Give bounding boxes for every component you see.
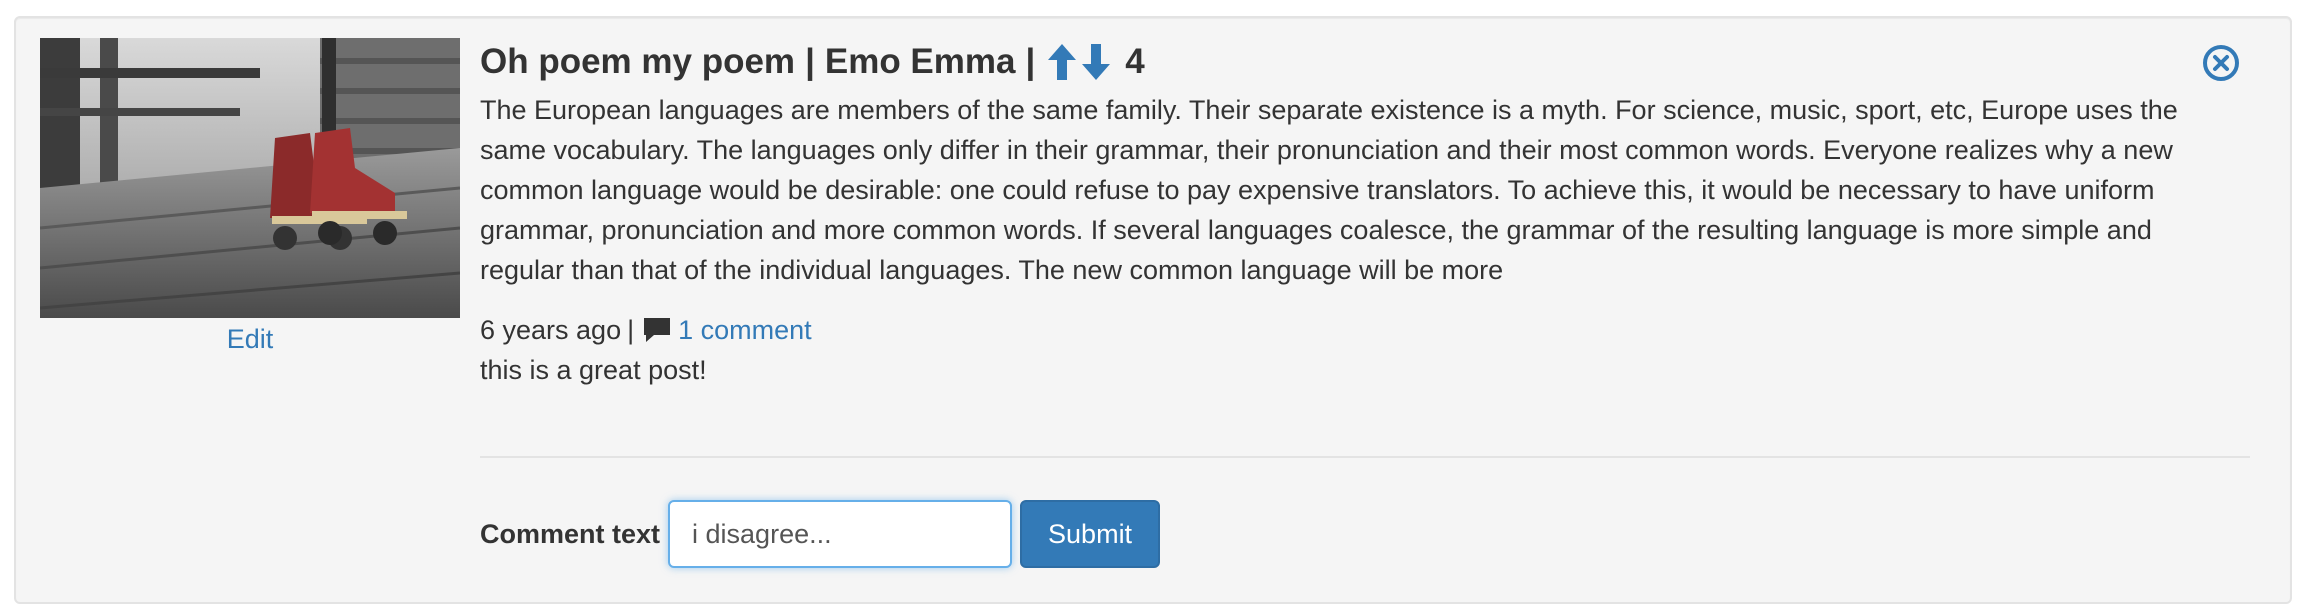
post-content: Oh poem my poem | Emo Emma | 4 The Europ… — [480, 38, 2240, 390]
submit-button[interactable]: Submit — [1020, 500, 1161, 568]
comment-icon — [642, 316, 672, 344]
comment-input[interactable] — [668, 500, 1013, 568]
post-title: Oh poem my poem — [480, 42, 796, 81]
author-separator: | — [1025, 42, 1036, 81]
comment-text: this is a great post! — [480, 355, 707, 385]
meta-separator: | — [627, 315, 635, 345]
arrow-up-icon — [1048, 44, 1077, 80]
title-separator: | — [805, 42, 815, 81]
close-button[interactable] — [2202, 44, 2240, 82]
comment-field-label: Comment text — [480, 518, 661, 549]
edit-link[interactable]: Edit — [40, 324, 460, 355]
post-age: 6 years ago — [480, 315, 622, 345]
post-meta: 6 years ago | 1 comment — [480, 310, 2240, 350]
comments-link[interactable]: 1 comment — [678, 310, 812, 350]
downvote-button[interactable] — [1079, 41, 1113, 83]
divider — [480, 456, 2250, 458]
arrow-down-icon — [1082, 44, 1111, 80]
post-body: The European languages are members of th… — [480, 95, 2178, 285]
thumbnail-column: Edit — [40, 38, 460, 355]
close-circle-icon — [2203, 45, 2239, 81]
post-header: Oh poem my poem | Emo Emma | 4 — [480, 38, 2240, 86]
post-author: Emo Emma — [824, 42, 1016, 81]
vote-score: 4 — [1125, 42, 1145, 81]
upvote-button[interactable] — [1045, 41, 1079, 83]
post-thumbnail — [40, 38, 460, 318]
comment-form: Comment text Submit — [480, 500, 1161, 568]
